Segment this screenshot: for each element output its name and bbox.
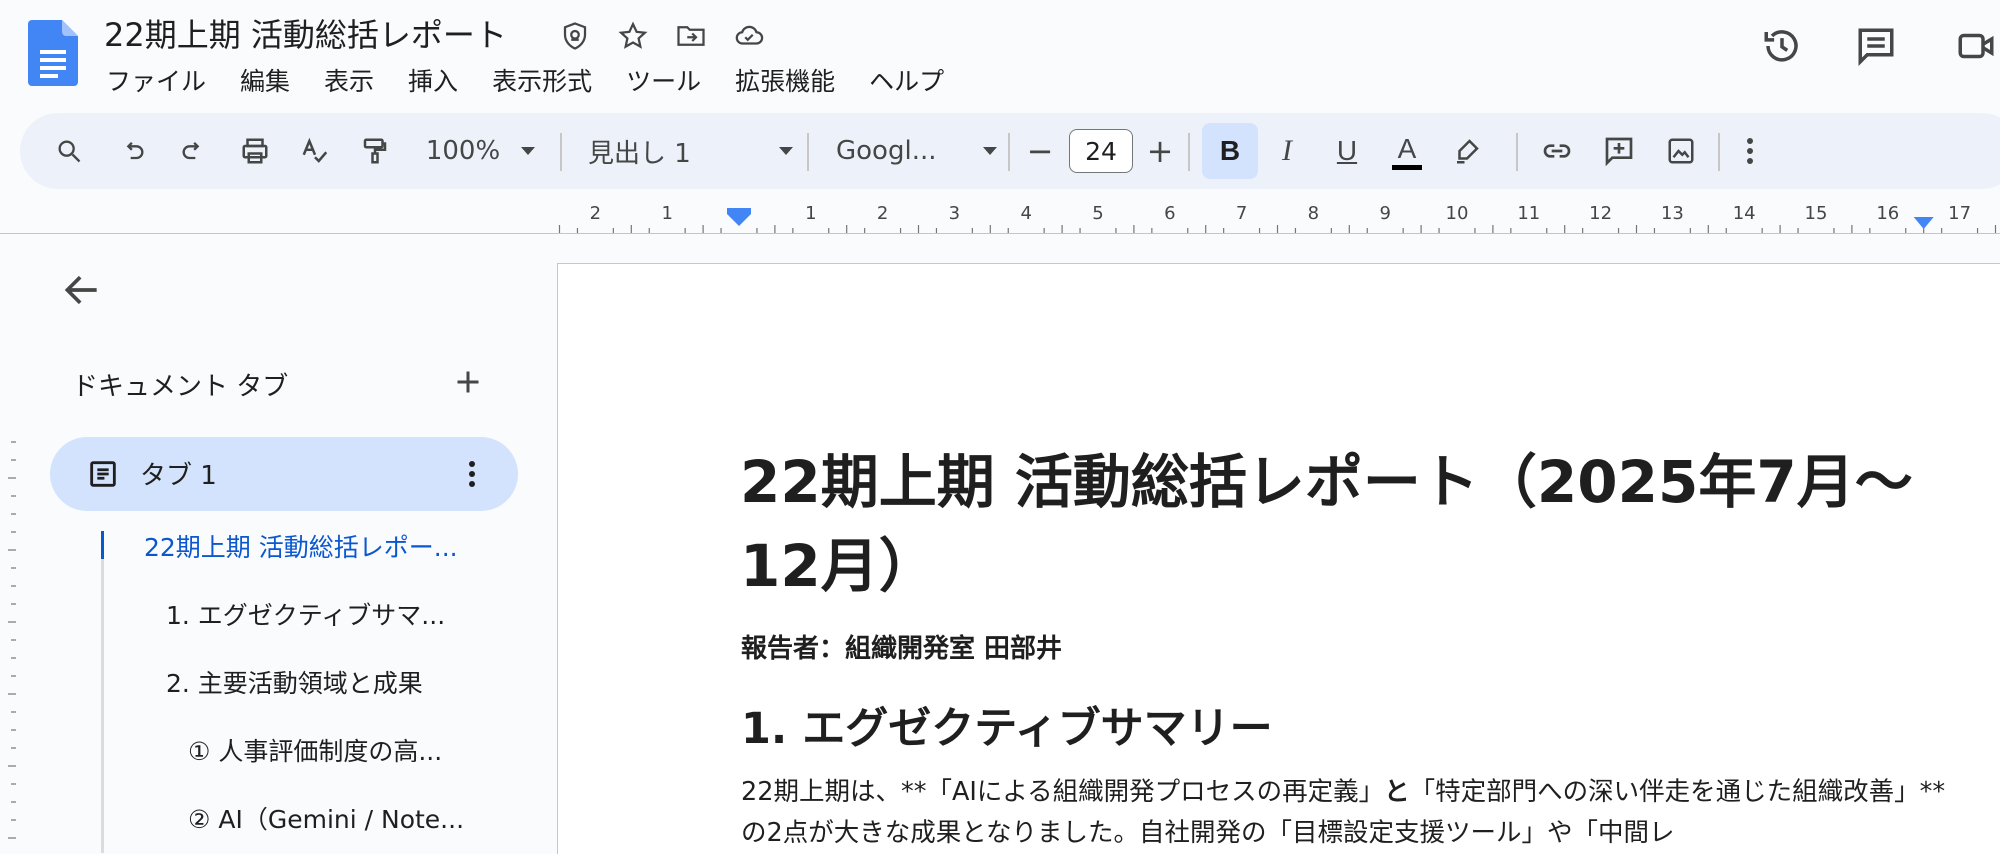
ruler-number: 13 [1661, 203, 1684, 224]
menu-tools[interactable]: ツール [624, 62, 717, 98]
star-icon[interactable] [613, 16, 653, 56]
undo-icon[interactable] [112, 113, 154, 189]
outline-item-executive-summary[interactable]: 1. エグゼクティブサマ... [166, 596, 445, 632]
title-bar: 22期上期 活動総括レポート ファイル 編集 表示 挿入 表示形式 ツール 拡張… [0, 0, 2000, 110]
ruler-number: 9 [1379, 203, 1390, 224]
docs-logo-icon[interactable] [28, 20, 78, 86]
more-options-icon[interactable] [1730, 113, 1770, 189]
toolbar-divider [1008, 133, 1010, 171]
insert-image-icon[interactable] [1656, 113, 1706, 189]
outline-track [101, 531, 104, 853]
menu-view[interactable]: 表示 [322, 62, 390, 98]
add-tab-icon[interactable] [450, 364, 486, 400]
toolbar-divider [1516, 133, 1518, 171]
menu-extensions[interactable]: 拡張機能 [733, 62, 851, 98]
ruler-number: 7 [1236, 203, 1247, 224]
toolbar-divider [1718, 133, 1720, 171]
outline-item-hr-evaluation[interactable]: ① 人事評価制度の高... [188, 732, 442, 768]
menu-bar: ファイル 編集 表示 挿入 表示形式 ツール 拡張機能 ヘルプ [104, 62, 976, 98]
formatting-toolbar: 100% 見出し 1 Googl... − 24 + B I U A [20, 113, 2000, 189]
font-size-input[interactable]: 24 [1069, 129, 1133, 173]
vertical-ruler[interactable] [0, 440, 16, 853]
reporter-line[interactable]: 報告者：組織開発室 田部井 [741, 628, 1062, 665]
ruler-number: 3 [949, 203, 960, 224]
ruler-number: 4 [1020, 203, 1031, 224]
comments-icon[interactable] [1852, 22, 1900, 70]
paragraph-style-select[interactable]: 見出し 1 [588, 113, 804, 189]
move-folder-icon[interactable] [671, 16, 711, 56]
ruler-number: 10 [1446, 203, 1469, 224]
highlight-color-icon[interactable] [1442, 113, 1492, 189]
outline-item-main-activities[interactable]: 2. 主要活動領域と成果 [166, 664, 423, 700]
horizontal-ruler[interactable]: 1 2 3 4 5 6 7 8 9 10 11 12 13 14 15 16 172 1 [555, 197, 2000, 233]
document-title[interactable]: 22期上期 活動総括レポート [104, 10, 507, 56]
zoom-dropdown-icon [521, 147, 536, 155]
tab-1[interactable]: タブ 1 [50, 437, 518, 511]
menu-help[interactable]: ヘルプ [867, 62, 960, 98]
increase-font-size-button[interactable]: + [1140, 113, 1180, 189]
ruler-number: 1 [661, 203, 672, 224]
summary-paragraph[interactable]: 22期上期は、**「AIによる組織開発プロセスの再定義」と「特定部門への深い伴走… [741, 772, 1961, 854]
outline-item-title[interactable]: 22期上期 活動総括レポー... [144, 528, 458, 564]
right-indent-marker[interactable] [1913, 217, 1934, 229]
ruler-number: 16 [1876, 203, 1899, 224]
document-tabs-label: ドキュメント タブ [72, 372, 289, 402]
bold-button[interactable]: B [1202, 113, 1258, 189]
menu-insert[interactable]: 挿入 [406, 62, 474, 98]
underline-button[interactable]: U [1322, 113, 1372, 189]
menu-file[interactable]: ファイル [104, 62, 222, 98]
shield-icon[interactable] [555, 16, 595, 56]
ruler-number: 15 [1805, 203, 1828, 224]
document-tab-icon [86, 457, 120, 491]
spellcheck-icon[interactable] [294, 113, 336, 189]
italic-button[interactable]: I [1262, 113, 1312, 189]
decrease-font-size-button[interactable]: − [1020, 113, 1060, 189]
ruler-number: 2 [877, 203, 888, 224]
ruler-number: 6 [1164, 203, 1175, 224]
left-indent-marker[interactable] [727, 208, 751, 226]
history-icon[interactable] [1758, 22, 1806, 70]
paint-format-icon[interactable] [354, 113, 396, 189]
style-dropdown-icon [779, 147, 793, 155]
document-heading-title[interactable]: 22期上期 活動総括レポート（2025年7月〜12月） [740, 440, 1960, 608]
add-comment-icon[interactable] [1594, 113, 1644, 189]
insert-link-icon[interactable] [1532, 113, 1582, 189]
text-color-button[interactable]: A [1382, 113, 1432, 189]
font-dropdown-icon [983, 147, 997, 155]
toolbar-divider [807, 133, 809, 171]
ruler-number: 12 [1589, 203, 1612, 224]
redo-icon[interactable] [172, 113, 214, 189]
font-family-select[interactable]: Googl... [836, 113, 1000, 189]
search-menus-icon[interactable] [48, 113, 90, 189]
toolbar-divider [1188, 133, 1190, 171]
meet-video-icon[interactable] [1952, 22, 2000, 70]
ruler-number: 2 [590, 203, 601, 224]
cloud-saved-icon[interactable] [729, 16, 769, 56]
ruler-number: 8 [1308, 203, 1319, 224]
toolbar-divider [560, 133, 562, 171]
menu-format[interactable]: 表示形式 [490, 62, 608, 98]
heading-executive-summary[interactable]: 1. エグゼクティブサマリー [741, 694, 1273, 756]
ruler-number: 14 [1733, 203, 1756, 224]
back-arrow-icon[interactable] [60, 268, 104, 312]
outline-active-indicator [101, 531, 104, 559]
tab-label: タブ 1 [140, 461, 217, 491]
outline-item-ai-gemini[interactable]: ② AI（Gemini / Note... [188, 800, 464, 836]
print-icon[interactable] [234, 113, 276, 189]
ruler-number: 1 [805, 203, 816, 224]
ruler-number: 5 [1092, 203, 1103, 224]
ruler-number: 11 [1517, 203, 1540, 224]
menu-edit[interactable]: 編集 [238, 62, 306, 98]
tab-more-options-icon[interactable] [454, 455, 490, 493]
ruler-number: 17 [1948, 203, 1971, 224]
zoom-select[interactable]: 100% [416, 113, 546, 189]
